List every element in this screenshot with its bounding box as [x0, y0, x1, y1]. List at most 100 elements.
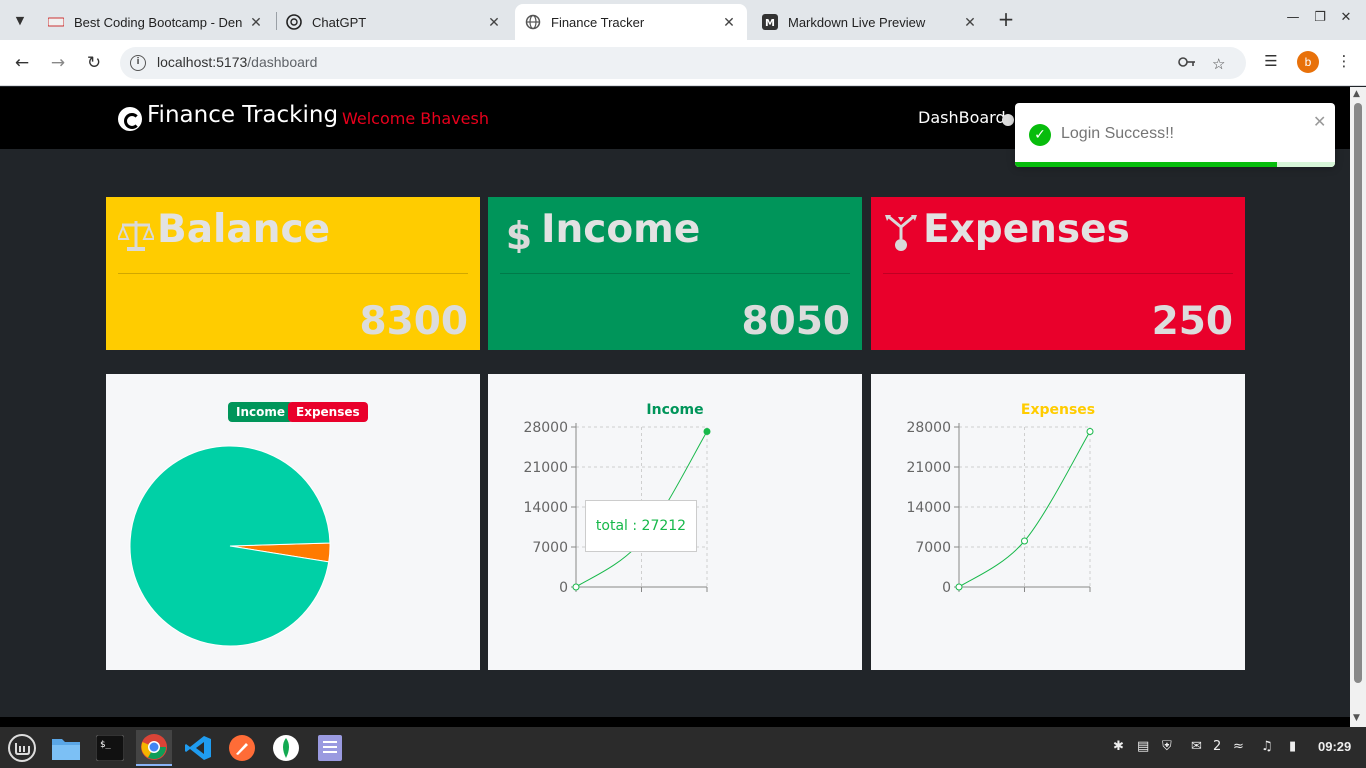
notifications-icon[interactable]: ✉ — [1191, 739, 1202, 754]
files-icon[interactable] — [48, 730, 84, 766]
nav-link-dashboard[interactable]: DashBoard — [918, 108, 1006, 127]
balance-card: Balance 8300 — [106, 197, 480, 350]
data-point — [955, 583, 963, 591]
close-icon[interactable]: ✕ — [721, 14, 737, 31]
y-tick-label: 28000 — [523, 420, 568, 436]
chatgpt-favicon-icon — [286, 14, 302, 30]
income-card-value: 8050 — [741, 299, 850, 344]
browser-tab-strip: ▼ Best Coding Bootcamp - Den ✕ ChatGPT ✕… — [0, 0, 1366, 40]
dollar-icon: $ — [506, 214, 532, 253]
y-tick-label: 0 — [559, 580, 568, 596]
tab-title: ChatGPT — [312, 14, 367, 30]
forward-arrow-icon[interactable]: → — [47, 52, 69, 74]
toast-close-icon[interactable]: ✕ — [1313, 112, 1326, 131]
login-toast: ✓ Login Success!! ✕ — [1015, 103, 1335, 167]
check-circle-icon: ✓ — [1029, 124, 1051, 146]
scroll-down-icon[interactable]: ▼ — [1353, 713, 1360, 723]
window-close-icon[interactable]: ✕ — [1336, 10, 1356, 25]
kebab-menu-icon[interactable]: ⋮ — [1333, 52, 1355, 70]
text-editor-icon[interactable] — [312, 730, 348, 766]
data-point — [703, 428, 711, 436]
url-host: localhost:5173 — [157, 54, 248, 70]
terminal-icon[interactable]: $_ — [92, 730, 128, 766]
bootcamp-favicon-icon — [48, 14, 64, 30]
balance-card-value: 8300 — [359, 299, 468, 344]
tab-title: Finance Tracker — [551, 14, 645, 30]
brand-logo-icon[interactable] — [118, 107, 142, 131]
y-tick-label: 0 — [942, 580, 951, 596]
bookmark-star-icon[interactable]: ☆ — [1212, 55, 1225, 73]
close-icon[interactable]: ✕ — [486, 14, 502, 31]
markdown-favicon-icon: M — [762, 14, 778, 30]
expenses-card: Expenses 250 — [871, 197, 1245, 350]
profile-avatar[interactable]: b — [1297, 51, 1319, 73]
wifi-icon[interactable]: ≈ — [1233, 739, 1244, 754]
browser-tab-bootcamp[interactable]: Best Coding Bootcamp - Den ✕ — [38, 4, 274, 40]
y-tick-label: 21000 — [906, 460, 951, 476]
minimize-icon[interactable]: — — [1283, 10, 1303, 25]
pie-chart-panel: Income Expenses — [106, 374, 480, 670]
page-footer-strip — [0, 717, 1350, 727]
y-tick-label: 21000 — [523, 460, 568, 476]
svg-text:$: $ — [506, 214, 532, 253]
bluetooth-icon[interactable]: ✱ — [1113, 739, 1124, 754]
income-chart-panel: Income 0 7000 14000 21000 28000 total : 2721… — [488, 374, 862, 670]
y-tick-label: 28000 — [906, 420, 951, 436]
notification-count: 2 — [1213, 739, 1222, 754]
media-controls-icon[interactable]: ☰ — [1260, 52, 1282, 70]
browser-tab-chatgpt[interactable]: ChatGPT ✕ — [276, 4, 512, 40]
address-bar[interactable]: i localhost:5173/dashboard ☆ — [120, 47, 1246, 79]
clipboard-icon[interactable]: ▤ — [1137, 739, 1149, 754]
site-info-icon[interactable]: i — [130, 55, 146, 71]
series-line-total — [958, 431, 1091, 588]
pie-chart — [129, 445, 331, 647]
mint-menu-icon[interactable] — [4, 730, 40, 766]
vscode-icon[interactable] — [180, 730, 216, 766]
expenses-line-chart: 0 7000 14000 21000 28000 — [906, 420, 1094, 596]
reload-icon[interactable]: ↻ — [83, 52, 105, 74]
scroll-up-icon[interactable]: ▲ — [1353, 89, 1360, 99]
card-divider — [500, 273, 850, 274]
balance-card-title: Balance — [157, 207, 331, 252]
y-tick-label: 14000 — [906, 500, 951, 516]
address-url[interactable]: localhost:5173/dashboard — [157, 54, 317, 70]
tab-title: Best Coding Bootcamp - Den — [74, 14, 243, 30]
welcome-message: Welcome Bhavesh — [342, 109, 489, 128]
restore-icon[interactable]: ❐ — [1310, 10, 1330, 25]
browser-tab-markdown[interactable]: M Markdown Live Preview ✕ — [752, 4, 988, 40]
password-key-icon[interactable] — [1178, 55, 1196, 73]
expenses-card-title: Expenses — [923, 207, 1130, 252]
close-icon[interactable]: ✕ — [248, 14, 264, 31]
chrome-icon[interactable] — [136, 730, 172, 766]
toast-message: Login Success!! — [1061, 125, 1174, 142]
page-scrollbar[interactable]: ▲ ▼ — [1350, 87, 1366, 727]
close-icon[interactable]: ✕ — [962, 14, 978, 31]
chart-tooltip: total : 27212 — [585, 500, 697, 552]
y-tick-label: 7000 — [915, 540, 951, 556]
battery-icon[interactable]: ▮ — [1289, 739, 1296, 754]
back-arrow-icon[interactable]: ← — [11, 52, 33, 74]
chevron-down-icon: ▼ — [15, 13, 25, 27]
y-tick-label: 14000 — [523, 500, 568, 516]
data-point — [572, 583, 580, 591]
url-path: /dashboard — [247, 54, 318, 70]
tab-title: Markdown Live Preview — [788, 14, 926, 30]
card-divider — [883, 273, 1233, 274]
expenses-icon — [885, 215, 917, 251]
browser-tab-finance-tracker[interactable]: Finance Tracker ✕ — [515, 4, 747, 40]
scroll-thumb[interactable] — [1354, 103, 1362, 683]
new-tab-button[interactable]: + — [996, 9, 1016, 30]
card-divider — [118, 273, 468, 274]
postman-icon[interactable] — [224, 730, 260, 766]
data-point — [1086, 428, 1094, 436]
tab-search-button[interactable]: ▼ — [8, 8, 32, 32]
expenses-chart-panel: Expenses 0 7000 14000 21000 28000 — [871, 374, 1245, 670]
svg-text:$_: $_ — [100, 740, 111, 750]
shield-icon[interactable]: ⛨ — [1162, 739, 1172, 754]
brand-title[interactable]: Finance Tracking — [147, 102, 338, 128]
clock[interactable]: 09:29 — [1318, 739, 1351, 754]
mongodb-icon[interactable] — [268, 730, 304, 766]
income-card-title: Income — [541, 207, 701, 252]
sound-icon[interactable]: ♫ — [1261, 739, 1273, 754]
user-menu-icon[interactable] — [1002, 114, 1014, 126]
